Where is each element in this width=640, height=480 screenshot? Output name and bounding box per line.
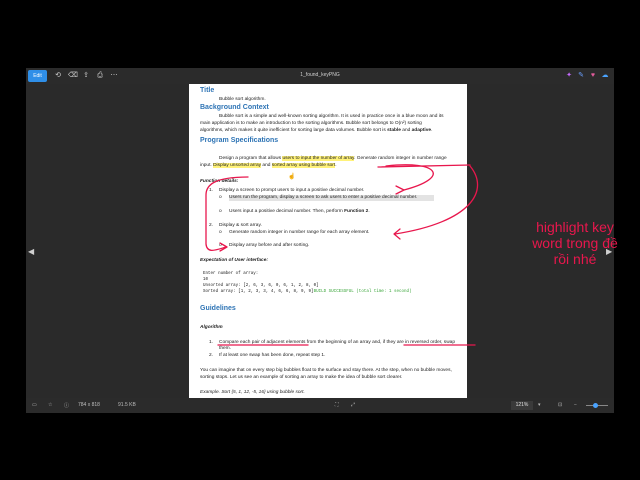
arrow-to-function-1 — [385, 164, 434, 191]
handwritten-annotation: highlight key word trong đề rồi nhé — [510, 219, 640, 267]
annotation-line-3: rồi nhé — [553, 251, 597, 267]
arrow-to-generate-random — [394, 165, 479, 235]
arrowhead-function-1 — [395, 185, 405, 195]
annotation-line-2: word trong đề — [532, 235, 618, 251]
annotation-line-1: highlight key — [536, 219, 614, 235]
bracket-function-details — [205, 176, 249, 252]
arrowhead-display-array — [219, 242, 228, 252]
